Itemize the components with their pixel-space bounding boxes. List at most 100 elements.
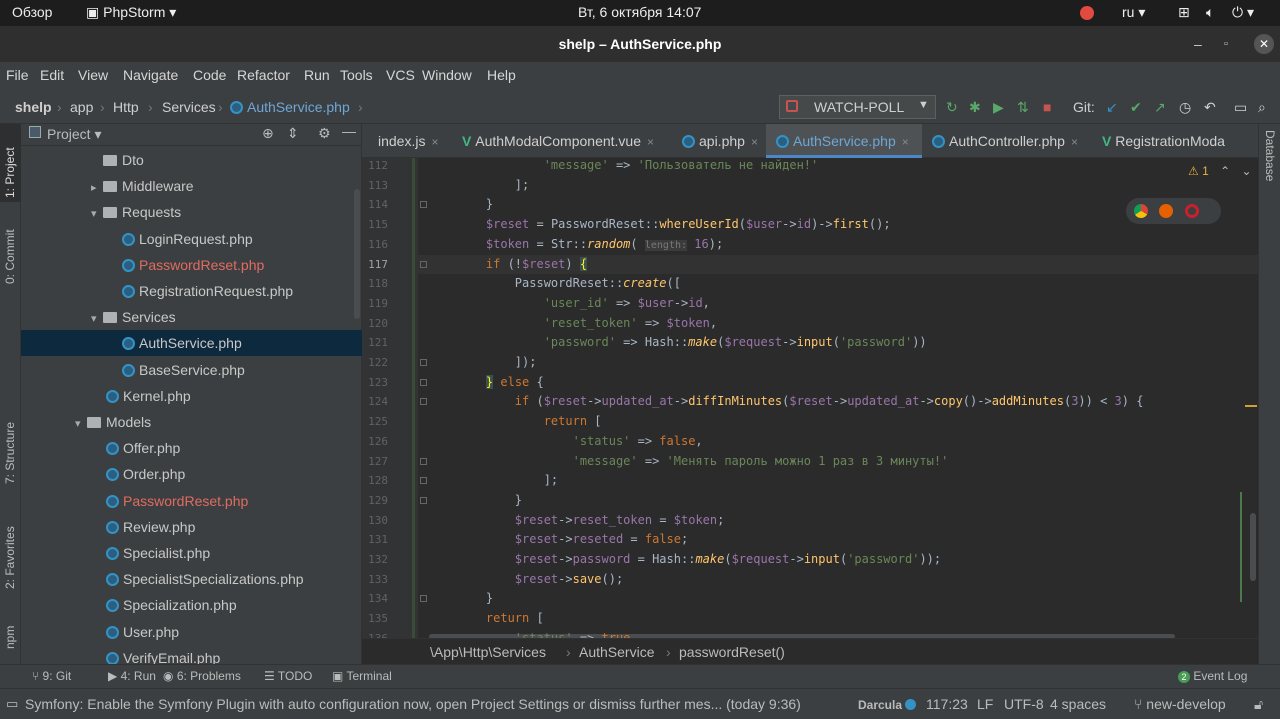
code-line[interactable]: return [ bbox=[457, 414, 602, 428]
line-separator[interactable]: LF bbox=[977, 696, 993, 712]
menu-code[interactable]: Code bbox=[193, 67, 226, 83]
line-number[interactable]: 134 bbox=[362, 592, 388, 605]
close-tab-icon[interactable]: × bbox=[647, 135, 654, 149]
volume-icon[interactable]: 🔈︎ bbox=[1206, 4, 1214, 21]
code-line[interactable]: 'reset_token' => $token, bbox=[457, 316, 717, 330]
code-line[interactable]: PasswordReset::create([ bbox=[457, 276, 681, 290]
tool-database[interactable]: Database bbox=[1263, 130, 1277, 181]
tree-file[interactable]: RegistrationRequest.php bbox=[21, 278, 362, 304]
editor-tab[interactable]: V RegistrationModa bbox=[1092, 124, 1258, 158]
editor-tab[interactable]: AuthController.php × bbox=[922, 124, 1092, 158]
code-line[interactable]: $reset->password = Hash::make($request->… bbox=[457, 552, 941, 566]
menu-run[interactable]: Run bbox=[304, 67, 330, 83]
code-line[interactable]: ]; bbox=[457, 178, 529, 192]
chevron-down-icon[interactable]: ▾ bbox=[75, 411, 87, 437]
line-number[interactable]: 112 bbox=[362, 159, 388, 172]
tree-scrollbar[interactable] bbox=[354, 189, 360, 319]
network-icon[interactable]: ⊞ bbox=[1178, 4, 1190, 21]
menu-help[interactable]: Help bbox=[487, 67, 516, 83]
history-icon[interactable]: ◷ bbox=[1179, 99, 1191, 116]
breadcrumb-http[interactable]: Http bbox=[113, 99, 139, 115]
code-line[interactable]: $reset->reset_token = $token; bbox=[457, 513, 725, 527]
tree-file[interactable]: Offer.php bbox=[21, 435, 362, 461]
menu-view[interactable]: View bbox=[78, 67, 108, 83]
tree-file[interactable]: SpecialistSpecializations.php bbox=[21, 566, 362, 592]
lock-icon[interactable]: 🔓︎ bbox=[1254, 696, 1263, 713]
line-number[interactable]: 135 bbox=[362, 612, 388, 625]
tool-run[interactable]: ▶ 4: Run bbox=[108, 669, 156, 683]
fold-marker-icon[interactable] bbox=[420, 378, 427, 386]
fold-marker-icon[interactable] bbox=[420, 201, 427, 209]
tree-file[interactable]: PasswordReset.php bbox=[21, 252, 362, 278]
tree-folder[interactable]: Dto bbox=[21, 147, 362, 173]
tool-git[interactable]: ⑂ 9: Git bbox=[32, 669, 71, 683]
close-tab-icon[interactable]: × bbox=[902, 135, 909, 149]
fold-marker-icon[interactable] bbox=[420, 457, 427, 465]
tree-folder[interactable]: ▸ Middleware bbox=[21, 173, 362, 199]
method-crumb[interactable]: passwordReset() bbox=[679, 644, 785, 660]
status-message[interactable]: Symfony: Enable the Symfony Plugin with … bbox=[25, 696, 801, 712]
code-line[interactable]: 'status' => true, bbox=[457, 631, 638, 638]
fold-marker-icon[interactable] bbox=[420, 260, 427, 268]
line-number[interactable]: 119 bbox=[362, 297, 388, 310]
code-line[interactable]: } else { bbox=[457, 374, 544, 389]
project-view-selector[interactable]: Project ▾ bbox=[47, 126, 102, 143]
firefox-icon[interactable] bbox=[1159, 204, 1173, 218]
line-number[interactable]: 117 bbox=[362, 258, 388, 271]
code-line[interactable]: 'message' => 'Пользователь не найден!' bbox=[457, 158, 819, 172]
tree-folder[interactable]: ▾ Requests bbox=[21, 199, 362, 225]
run-config-selector[interactable]: WATCH-POLL ▼ bbox=[779, 95, 936, 119]
tree-file[interactable]: Kernel.php bbox=[21, 383, 362, 409]
indent-setting[interactable]: 4 spaces bbox=[1050, 696, 1106, 712]
clock[interactable]: Вт, 6 октября 14:07 bbox=[578, 4, 701, 20]
power-icon[interactable]: ⏻ ▾ bbox=[1232, 4, 1254, 21]
vertical-scrollbar[interactable] bbox=[1250, 513, 1256, 581]
code-line[interactable]: ]; bbox=[457, 473, 558, 487]
menu-vcs[interactable]: VCS bbox=[386, 67, 415, 83]
minimize-button[interactable]: – bbox=[1194, 26, 1202, 62]
line-number[interactable]: 132 bbox=[362, 553, 388, 566]
chevron-down-icon[interactable]: ⌄ bbox=[1242, 164, 1252, 178]
tree-file[interactable]: User.php bbox=[21, 619, 362, 645]
code-line[interactable]: return [ bbox=[457, 611, 544, 625]
collapse-all-icon[interactable]: ⇕ bbox=[287, 125, 299, 142]
file-encoding[interactable]: UTF-8 bbox=[1004, 696, 1044, 712]
fold-marker-icon[interactable] bbox=[420, 477, 427, 485]
close-tab-icon[interactable]: × bbox=[1071, 135, 1078, 149]
code-line[interactable]: } bbox=[457, 197, 493, 211]
fold-marker-icon[interactable] bbox=[420, 595, 427, 603]
language-indicator[interactable]: ru ▾ bbox=[1122, 4, 1145, 21]
line-number[interactable]: 116 bbox=[362, 238, 388, 251]
chevron-down-icon[interactable]: ▾ bbox=[91, 306, 103, 332]
tree-folder[interactable]: ▾ Services bbox=[21, 304, 362, 330]
line-number[interactable]: 133 bbox=[362, 573, 388, 586]
notification-icon[interactable]: ▭ bbox=[6, 696, 18, 712]
breadcrumb-file[interactable]: AuthService.php bbox=[230, 99, 350, 115]
code-line[interactable]: 'message' => 'Менять пароль можно 1 раз … bbox=[457, 454, 949, 468]
layout-icon[interactable]: ▭ bbox=[1234, 99, 1247, 116]
fold-marker-icon[interactable] bbox=[420, 359, 427, 366]
git-update-icon[interactable]: ↙ bbox=[1106, 99, 1118, 116]
line-number[interactable]: 123 bbox=[362, 376, 388, 389]
class-crumb[interactable]: AuthService bbox=[579, 644, 654, 660]
code-line[interactable]: $reset->save(); bbox=[457, 572, 623, 586]
line-number[interactable]: 125 bbox=[362, 415, 388, 428]
theme-indicator[interactable]: Darcula bbox=[858, 698, 917, 712]
menu-file[interactable]: File bbox=[6, 67, 29, 83]
line-number[interactable]: 127 bbox=[362, 455, 388, 468]
code-line[interactable]: $token = Str::random( length: 16); bbox=[457, 237, 723, 251]
code-line[interactable]: 'status' => false, bbox=[457, 434, 703, 448]
editor-tab[interactable]: V AuthModalComponent.vue × bbox=[452, 124, 672, 158]
menu-edit[interactable]: Edit bbox=[40, 67, 64, 83]
breadcrumb-services[interactable]: Services bbox=[162, 99, 216, 115]
close-button[interactable]: ✕ bbox=[1254, 34, 1274, 54]
tree-file[interactable]: Specialization.php bbox=[21, 592, 362, 618]
namespace-crumb[interactable]: \App\Http\Services bbox=[430, 644, 546, 660]
line-number[interactable]: 126 bbox=[362, 435, 388, 448]
code-line[interactable]: if ($reset->updated_at->diffInMinutes($r… bbox=[457, 394, 1144, 408]
line-number[interactable]: 124 bbox=[362, 395, 388, 408]
coverage-icon[interactable]: ▶ bbox=[993, 99, 1004, 116]
tree-file[interactable]: PasswordReset.php bbox=[21, 488, 362, 514]
rollback-icon[interactable]: ↶ bbox=[1204, 99, 1216, 116]
line-number[interactable]: 113 bbox=[362, 179, 388, 192]
